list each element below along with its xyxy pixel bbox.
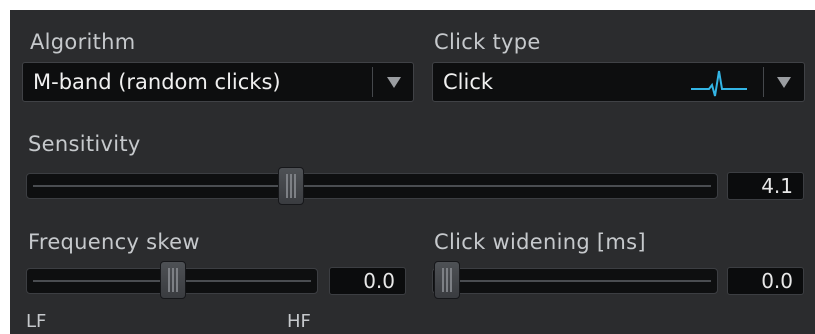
sensitivity-label: Sensitivity [28,132,141,156]
sensitivity-slider-thumb[interactable] [278,167,304,205]
click-type-label: Click type [434,30,541,54]
frequency-skew-max-label: HF [287,311,311,332]
frequency-skew-slider-thumb[interactable] [160,261,186,299]
click-widening-slider-line [439,280,711,282]
frequency-skew-value-field[interactable]: 0.0 [329,267,406,295]
chevron-down-icon[interactable] [764,63,804,101]
click-waveform-icon [691,69,747,101]
click-type-selected-value: Click [443,70,494,94]
sensitivity-slider-line [33,185,711,187]
click-widening-slider-track[interactable] [432,268,718,294]
declick-settings-panel: Algorithm M-band (random clicks) Click t… [10,10,815,334]
algorithm-selected-value: M-band (random clicks) [33,70,281,94]
chevron-down-icon[interactable] [374,63,414,101]
sensitivity-slider-track[interactable] [26,173,718,199]
sensitivity-value-field[interactable]: 4.1 [727,172,804,200]
click-widening-label: Click widening [ms] [434,230,646,254]
click-widening-slider-thumb[interactable] [434,261,460,299]
click-widening-value-field[interactable]: 0.0 [727,267,804,295]
algorithm-label: Algorithm [30,30,136,54]
algorithm-dropdown[interactable]: M-band (random clicks) [22,62,414,102]
click-type-dropdown[interactable]: Click [432,62,805,102]
algorithm-dropdown-separator [372,67,373,97]
frequency-skew-min-label: LF [26,311,47,332]
frequency-skew-label: Frequency skew [28,230,200,254]
